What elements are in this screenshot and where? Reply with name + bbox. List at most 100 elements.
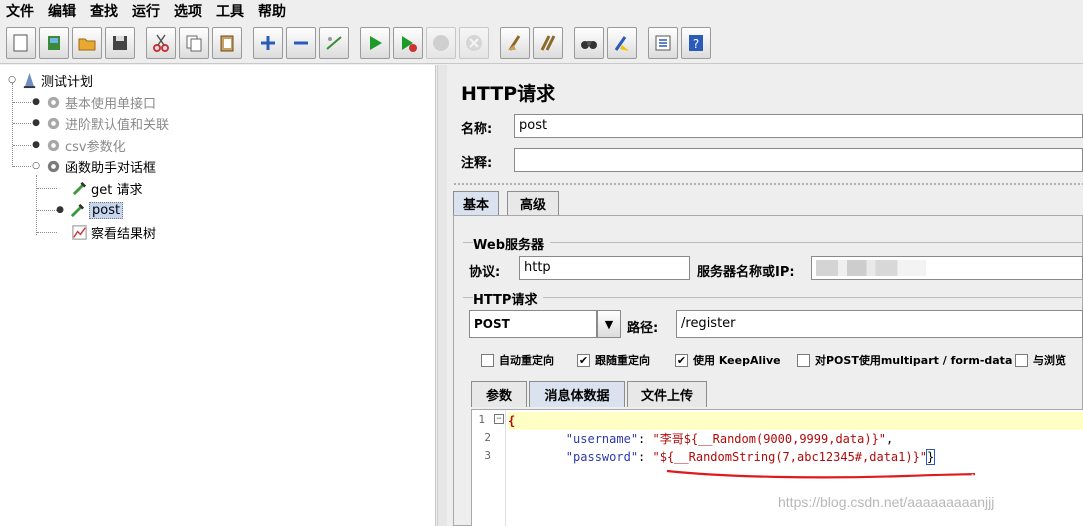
code-line-1: { [508,412,1083,430]
reset-search-button[interactable] [607,26,637,59]
json-separator: : [638,432,653,446]
divider [453,182,1083,186]
open-icon [78,38,96,50]
stop-button[interactable] [426,26,456,59]
multipart-checkbox[interactable]: 对POST使用multipart / form-data [797,352,1012,368]
menu-edit[interactable]: 编辑 [48,1,76,21]
checkbox-checked-icon: ✔ [577,353,590,367]
redacted-area [816,260,926,276]
line-number: 1 [478,413,485,426]
menu-search[interactable]: 查找 [90,1,118,21]
gear-icon [44,136,62,154]
help-button[interactable]: ? [681,26,711,59]
method-dropdown-button[interactable]: ▼ [597,310,621,338]
browser-compatible-checkbox[interactable]: 与浏览 [1015,352,1066,368]
json-punctuation: } [926,449,936,465]
expand-handle-icon[interactable]: ● [30,140,42,150]
tree-node-test-plan[interactable]: ○ 测试计划 [6,70,93,90]
start-no-pause-button[interactable] [393,26,423,59]
reset-search-icon [614,35,629,51]
open-button[interactable] [72,26,102,59]
method-select[interactable]: POST [469,310,597,338]
toggle-button[interactable] [319,26,349,59]
cut-icon [153,34,169,52]
path-input[interactable]: /register [676,310,1083,338]
clear-button[interactable] [500,26,530,59]
tab-parameters[interactable]: 参数 [471,381,527,407]
tree-node-label: post [89,201,124,219]
copy-button[interactable] [179,26,209,59]
fold-collapse-icon[interactable]: − [494,414,504,424]
menu-run[interactable]: 运行 [132,1,160,21]
checkbox-label: 自动重定向 [499,354,554,367]
gear-icon [44,114,62,132]
http-request-panel: HTTP请求 名称: post 注释: 基本 高级 Web服务器 协议: htt… [447,65,1083,526]
tree-node-thread-group-2[interactable]: ● 进阶默认值和关联 [30,113,169,133]
tree-node-post-sampler[interactable]: ● post [54,200,124,220]
expand-icon [261,35,275,50]
cut-button[interactable] [146,26,176,59]
menu-options[interactable]: 选项 [174,1,202,21]
tree-node-label: csv参数化 [65,139,126,155]
new-button[interactable] [6,26,36,59]
follow-redirect-checkbox[interactable]: ✔ 跟随重定向 [577,352,650,368]
watermark: https://blog.csdn.net/aaaaaaaaanjjj [778,494,995,510]
checkbox-checked-icon: ✔ [675,353,688,367]
test-plan-tree: ○ 测试计划 ● 基本使用单接口 ● 进阶默认值和关联 ● csv参数化 ○ 函… [0,65,436,526]
tree-node-view-results-tree[interactable]: 察看结果树 [70,222,156,242]
line-number: 3 [484,449,491,462]
collapse-handle-icon[interactable]: ○ [6,75,18,85]
protocol-input[interactable]: http [519,256,690,280]
server-name-input[interactable] [811,256,1083,280]
search-button[interactable] [574,26,604,59]
tab-file-upload[interactable]: 文件上传 [627,381,707,407]
shutdown-button[interactable] [459,26,489,59]
expand-handle-icon[interactable]: ● [30,97,42,107]
tab-advanced[interactable]: 高级 [507,191,559,215]
menu-file[interactable]: 文件 [6,1,34,21]
checkbox-unchecked-icon [797,353,810,367]
panel-splitter[interactable] [437,65,447,526]
checkbox-unchecked-icon [481,353,494,367]
menu-tools[interactable]: 工具 [216,1,244,21]
templates-icon [48,35,60,50]
toolbar: ? [0,22,1083,64]
expand-handle-icon[interactable]: ● [30,118,42,128]
expand-button[interactable] [253,26,283,59]
comment-input[interactable] [514,148,1083,172]
tree-node-label: 察看结果树 [91,226,157,242]
code-line-3: "password": "${__RandomString(7,abc12345… [508,448,1083,466]
name-input[interactable]: post [514,114,1083,138]
start-button[interactable] [360,26,390,59]
protocol-label: 协议: [469,265,501,280]
function-helper-button[interactable] [648,26,678,59]
line-number: 2 [484,431,491,444]
collapse-button[interactable] [286,26,316,59]
tree-node-thread-group-3[interactable]: ● csv参数化 [30,135,126,155]
tab-basic[interactable]: 基本 [453,191,499,215]
save-icon [113,35,127,50]
http-request-group-title: HTTP请求 [473,289,544,308]
keepalive-checkbox[interactable]: ✔ 使用 KeepAlive [675,352,781,368]
sampler-pipette-icon [68,201,86,219]
tree-node-get-sampler[interactable]: get 请求 [70,178,142,198]
tree-node-thread-group-4[interactable]: ○ 函数助手对话框 [30,156,156,176]
start-no-pause-icon [402,35,417,52]
tree-node-thread-group-1[interactable]: ● 基本使用单接口 [30,92,156,112]
tab-body-data[interactable]: 消息体数据 [529,381,625,407]
json-punctuation: , [886,432,894,446]
json-key: "password" [565,450,639,464]
code-text: { [508,414,516,428]
code-line-2: "username": "李哥${__Random(9000,9999,data… [508,430,1083,448]
templates-button[interactable] [39,26,69,59]
paste-button[interactable] [212,26,242,59]
chevron-down-icon: ▼ [604,317,614,331]
clear-icon [508,34,521,51]
menu-help[interactable]: 帮助 [258,1,286,21]
collapse-handle-icon[interactable]: ○ [30,161,42,171]
tree-node-label: 基本使用单接口 [65,96,157,112]
save-button[interactable] [105,26,135,59]
expand-handle-icon[interactable]: ● [54,205,66,215]
auto-redirect-checkbox[interactable]: 自动重定向 [481,352,554,368]
clear-all-button[interactable] [533,26,563,59]
